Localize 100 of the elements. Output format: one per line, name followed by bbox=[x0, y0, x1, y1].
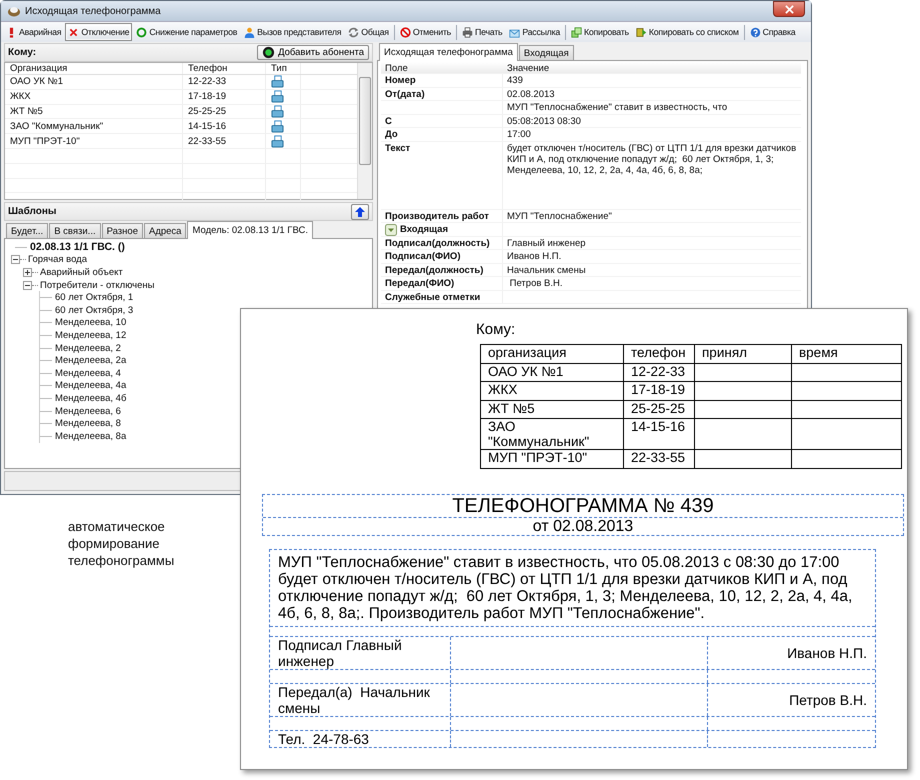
field-value[interactable]: МУП "Теплоснабжение" bbox=[507, 210, 797, 222]
toolbar-button[interactable]: Снижение параметров bbox=[133, 23, 240, 41]
tree-item[interactable]: Менделеева, 8 bbox=[55, 418, 121, 430]
tree-item[interactable]: Менделеева, 4а bbox=[55, 380, 126, 392]
section-title: Кому: bbox=[8, 47, 36, 58]
tree-item[interactable]: 60 лет Октября, 1 bbox=[55, 292, 134, 304]
toolbar-button[interactable]: Справка bbox=[746, 23, 798, 41]
tree-item[interactable]: Менделеева, 2а bbox=[55, 355, 126, 366]
table-cell: ОАО УК №1 bbox=[480, 363, 624, 382]
tree-item[interactable]: Менделеева, 8а bbox=[55, 430, 126, 442]
column-header: время bbox=[792, 344, 902, 363]
table-cell: 17-18-19 bbox=[624, 382, 694, 400]
field-label: Подписал(должность) bbox=[385, 238, 490, 248]
field-value[interactable]: МУП "Теплоснабжение" ставит в известность, что bbox=[507, 102, 797, 113]
tree-item[interactable]: Менделеева, 4б bbox=[55, 392, 126, 404]
toolbar-button[interactable]: Отменить bbox=[396, 23, 454, 41]
message-text: МУП "Теплоснабжение" ставит в известность, что 05.08.2013 с 08:30 до 17:00 будет отключен т/носитель (ГВС) от ЦТП 1/1 для врезки датчиков КИП и А, под отключение попадут ж/д; 60 лет Октября, 1, 3; Менделеева, 10, 12, 2, 2а, 4, 4а, 4б, 6, 8, 8а;. Производитель работ МУП "Теплоснабжение". bbox=[270, 550, 875, 627]
signature-name: Иванов Н.П. bbox=[786, 644, 868, 663]
table-cell: 25-25-25 bbox=[624, 400, 694, 418]
toolbar-button[interactable]: Отключение bbox=[65, 23, 132, 41]
column-header[interactable]: Значение bbox=[503, 62, 554, 73]
field-label: Передал(ФИО) bbox=[385, 278, 454, 289]
table-cell: ЗАО "Коммунальник" bbox=[5, 119, 183, 134]
column-header[interactable]: Поле bbox=[381, 62, 503, 73]
field-value[interactable]: 17:00 bbox=[507, 129, 797, 140]
field-value[interactable]: Главный инженер bbox=[507, 238, 797, 248]
signature-name: Петров В.Н. bbox=[788, 691, 868, 710]
field-label: Текст bbox=[385, 142, 410, 154]
tab[interactable]: Входящая bbox=[518, 45, 574, 60]
tab[interactable]: В связи... bbox=[49, 223, 101, 238]
table-cell: МУП "ПРЭТ-10" bbox=[480, 450, 624, 468]
tree-item[interactable]: Менделеева, 2 bbox=[55, 342, 121, 354]
field-label: Производитель работ bbox=[385, 210, 489, 222]
table-cell: МУП "ПРЭТ-10" bbox=[5, 134, 183, 148]
table-cell: ЖТ №5 bbox=[5, 104, 183, 118]
table-cell: 12-22-33 bbox=[624, 363, 694, 382]
tab[interactable]: Модель: 02.08.13 1/1 ГВС. bbox=[187, 221, 313, 239]
field-label: Входящая bbox=[400, 224, 448, 235]
tab[interactable]: Будет... bbox=[6, 223, 48, 238]
tree-item[interactable]: Менделеева, 6 bbox=[55, 406, 121, 417]
toolbar-button[interactable]: Вызов представителя bbox=[241, 23, 344, 41]
tree-item[interactable]: Потребители - отключены bbox=[40, 280, 154, 291]
table-cell: 14-15-16 bbox=[624, 418, 694, 450]
toolbar-button[interactable]: Аварийная bbox=[3, 23, 64, 41]
tree-item[interactable]: Менделеева, 4 bbox=[55, 368, 121, 379]
field-label: Передал(должность) bbox=[385, 264, 484, 276]
document-date: от 02.08.2013 bbox=[532, 518, 634, 535]
table-cell: ЖКХ bbox=[480, 382, 624, 400]
document-title: ТЕЛЕФОНОГРАММА № 439 bbox=[263, 495, 903, 518]
toolbar-button[interactable]: Рассылка bbox=[506, 23, 563, 41]
table-cell: ЖКХ bbox=[5, 90, 183, 104]
window-title: Исходящая телефонограмма bbox=[25, 6, 161, 16]
toolbar-button[interactable]: Общая bbox=[345, 23, 392, 41]
column-header[interactable]: Телефон bbox=[183, 63, 266, 74]
tab[interactable]: Исходящая телефонограмма bbox=[379, 43, 518, 61]
field-label: От(дата) bbox=[385, 88, 425, 100]
field-value[interactable]: Начальник смены bbox=[507, 264, 797, 276]
tab[interactable]: Адреса bbox=[144, 223, 186, 238]
section-title: Шаблоны bbox=[8, 206, 56, 217]
table-cell: 25-25-25 bbox=[183, 104, 266, 118]
tree-item[interactable]: Горячая вода bbox=[28, 254, 87, 266]
tree-item[interactable]: Менделеева, 10 bbox=[55, 317, 126, 328]
table-cell: 14-15-16 bbox=[183, 119, 266, 134]
tree-item[interactable]: 60 лет Октября, 3 bbox=[55, 304, 134, 316]
tree-title[interactable]: 02.08.13 1/1 ГВС. () bbox=[30, 241, 125, 254]
column-header: организация bbox=[480, 344, 624, 363]
field-label: Служебные отметки bbox=[385, 292, 480, 302]
tree-item[interactable]: Аварийный объект bbox=[40, 266, 123, 278]
table-cell: 12-22-33 bbox=[183, 75, 266, 89]
field-value[interactable]: будет отключен т/носитель (ГВС) от ЦТП 1/1 для врезки датчиков КИП и А, под отключение попадут ж/д; 60 лет Октября, 1, 3; Менделеева, 10, 12, 2, 2а, 4, 4а, 4б, 6, 8, 8а; bbox=[507, 142, 797, 176]
signature-label: Передал(а) Начальник смены bbox=[270, 684, 451, 716]
column-header: телефон bbox=[624, 344, 694, 363]
tab[interactable]: Разное bbox=[102, 223, 143, 238]
field-label: Номер bbox=[385, 75, 416, 86]
field-value[interactable]: Иванов Н.П. bbox=[507, 251, 797, 262]
toolbar-button[interactable]: Копировать со списком bbox=[632, 23, 742, 41]
toolbar-button[interactable]: Печать bbox=[459, 23, 506, 41]
to-label: Кому: bbox=[476, 321, 516, 338]
table-cell: ЗАО "Коммунальник" bbox=[480, 418, 624, 450]
table-cell: ОАО УК №1 bbox=[5, 75, 183, 89]
field-value[interactable]: 02.08.2013 bbox=[507, 88, 797, 100]
toolbar-button[interactable]: Копировать bbox=[568, 23, 632, 41]
add-button[interactable]: Добавить абонента bbox=[257, 45, 369, 60]
column-header: принял bbox=[694, 344, 792, 363]
field-label: С bbox=[385, 116, 392, 126]
field-value[interactable]: Петров В.Н. bbox=[507, 278, 797, 289]
caption: автоматическое формирование телефонограммы bbox=[68, 518, 176, 569]
table-cell: ЖТ №5 bbox=[480, 400, 624, 418]
field-value[interactable]: 05:08:2013 08:30 bbox=[507, 116, 797, 126]
field-label: До bbox=[385, 129, 398, 140]
column-header[interactable]: Организация bbox=[5, 63, 183, 74]
field-value[interactable]: 439 bbox=[507, 75, 797, 86]
table-cell: 22-33-55 bbox=[183, 134, 266, 148]
table-cell: 22-33-55 bbox=[624, 450, 694, 468]
table-cell: 17-18-19 bbox=[183, 90, 266, 104]
signature-label: Подписал Главный инженер bbox=[270, 637, 451, 669]
phone-text: Тел. 24-78-63 bbox=[270, 731, 451, 747]
tree-item[interactable]: Менделеева, 12 bbox=[55, 330, 126, 341]
column-header[interactable]: Тип bbox=[266, 63, 301, 74]
field-label: Подписал(ФИО) bbox=[385, 251, 460, 262]
